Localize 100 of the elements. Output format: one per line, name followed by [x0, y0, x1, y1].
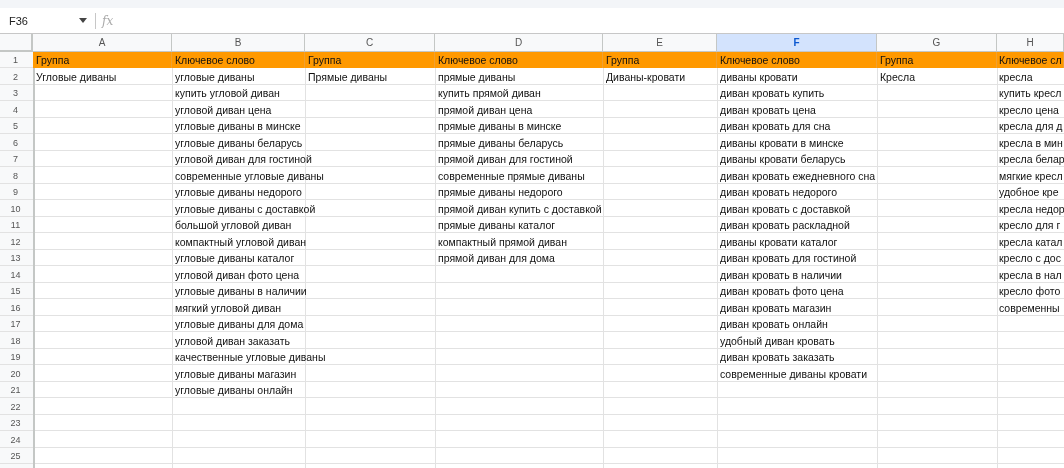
row-number: 12: [9, 235, 22, 249]
table-cell: угловые диваны магазин: [175, 367, 297, 380]
header-cell: Группа: [33, 52, 172, 68]
row-number: 5: [12, 120, 19, 134]
header-cell: Группа: [877, 52, 997, 68]
header-cell: Ключевое слово: [717, 52, 877, 68]
table-cell: прямой диван цена: [438, 103, 533, 116]
table-cell: угловые диваны каталог: [175, 252, 295, 265]
row-number: 23: [9, 417, 22, 431]
table-cell: кресло с дос: [999, 252, 1061, 265]
table-cell: кресло фото: [999, 285, 1061, 298]
table-cell: кресла белар: [999, 153, 1064, 166]
table-cell: угловой диван для гостиной: [175, 153, 312, 166]
column-header[interactable]: D: [435, 34, 603, 52]
table-cell: кресло для г: [999, 219, 1061, 232]
table-cell: диваны кровати беларусь: [720, 153, 846, 166]
row-number: 1: [12, 54, 19, 68]
row-number: 4: [12, 103, 19, 117]
table-cell: диван кровать недорого: [720, 186, 838, 199]
table-cell: современные прямые диваны: [438, 169, 585, 182]
table-cell: прямой диван купить с доставкой: [438, 202, 602, 215]
table-cell: диван кровать фото цена: [720, 285, 844, 298]
row-number: 8: [12, 169, 19, 183]
table-cell: кресла в мин: [999, 136, 1063, 149]
table-cell: диван кровать купить: [720, 87, 825, 100]
table-cell: Диваны-кровати: [606, 70, 686, 83]
column-header[interactable]: F: [717, 34, 877, 52]
dropdown-caret-icon[interactable]: [79, 18, 87, 23]
table-cell: кресла катал: [999, 235, 1063, 248]
table-cell: угловые диваны в минске: [175, 120, 301, 133]
table-cell: угловой диван заказать: [175, 334, 290, 347]
table-cell: кресла в нал: [999, 268, 1062, 281]
table-cell: диван кровать для гостиной: [720, 252, 857, 265]
table-cell: диван кровать раскладной: [720, 219, 850, 232]
header-cell: Ключевое слово: [435, 52, 603, 68]
table-cell: диван кровать цена: [720, 103, 816, 116]
table-cell: угловой диван фото цена: [175, 268, 300, 281]
table-cell: кресла: [999, 70, 1033, 83]
table-cell: прямые диваны каталог: [438, 219, 556, 232]
table-cell: диваны кровати в минске: [720, 136, 844, 149]
table-cell: угловые диваны в наличии: [175, 285, 307, 298]
table-cell: кресла недор: [999, 202, 1064, 215]
row-number: 2: [12, 70, 19, 84]
row-number: 25: [9, 450, 22, 464]
table-cell: удобное кре: [999, 186, 1059, 199]
table-cell: угловой диван цена: [175, 103, 272, 116]
table-cell: угловые диваны с доставкой: [175, 202, 316, 215]
column-header[interactable]: E: [603, 34, 717, 52]
table-cell: диван кровать онлайн: [720, 318, 828, 331]
row-number: 21: [9, 384, 22, 398]
cell-reference[interactable]: F36: [9, 14, 28, 27]
table-cell: диван кровать заказать: [720, 351, 835, 364]
table-cell: прямой диван для гостиной: [438, 153, 573, 166]
column-header[interactable]: C: [305, 34, 435, 52]
table-cell: современные угловые диваны: [175, 169, 324, 182]
header-cell: Ключевое сл: [997, 52, 1064, 68]
table-cell: мягкий угловой диван: [175, 301, 282, 314]
table-cell: кресла для д: [999, 120, 1063, 133]
table-cell: диваны кровати каталог: [720, 235, 838, 248]
table-cell: угловые диваны для дома: [175, 318, 304, 331]
table-cell: купить кресл: [999, 87, 1062, 100]
table-cell: купить угловой диван: [175, 87, 280, 100]
table-cell: диван кровать в наличии: [720, 268, 842, 281]
column-header[interactable]: H: [997, 34, 1064, 52]
table-cell: купить прямой диван: [438, 87, 541, 100]
header-cell: Ключевое слово: [172, 52, 305, 68]
row-number: 10: [9, 202, 22, 216]
row-number: 16: [9, 301, 22, 315]
table-cell: современные диваны кровати: [720, 367, 867, 380]
row-number: 7: [12, 153, 19, 167]
table-cell: кресло цена: [999, 103, 1059, 116]
table-cell: диван кровать для сна: [720, 120, 831, 133]
table-cell: Угловые диваны: [36, 70, 117, 83]
table-cell: прямой диван для дома: [438, 252, 555, 265]
row-number: 22: [9, 400, 22, 414]
row-number: 18: [9, 334, 22, 348]
table-cell: большой угловой диван: [175, 219, 292, 232]
table-cell: угловые диваны недорого: [175, 186, 302, 199]
row-number: 20: [9, 367, 22, 381]
table-cell: качественные угловые диваны: [175, 351, 326, 364]
table-cell: мягкие кресл: [999, 169, 1063, 182]
column-header[interactable]: A: [33, 34, 172, 52]
column-header[interactable]: G: [877, 34, 997, 52]
table-cell: диван кровать магазин: [720, 301, 832, 314]
table-cell: прямые диваны недорого: [438, 186, 563, 199]
table-cell: угловые диваны беларусь: [175, 136, 303, 149]
table-cell: компактный угловой диван: [175, 235, 307, 248]
table-cell: современны: [999, 301, 1060, 314]
table-cell: диван кровать ежедневного сна: [720, 169, 876, 182]
table-cell: компактный прямой диван: [438, 235, 567, 248]
row-number: 14: [9, 268, 22, 282]
row-number: 6: [12, 136, 19, 150]
table-cell: удобный диван кровать: [720, 334, 835, 347]
header-cell: Группа: [603, 52, 717, 68]
header-cell: Группа: [305, 52, 435, 68]
column-header[interactable]: B: [172, 34, 305, 52]
table-cell: прямые диваны беларусь: [438, 136, 564, 149]
table-cell: прямые диваны в минске: [438, 120, 562, 133]
table-cell: Прямые диваны: [308, 70, 388, 83]
table-cell: прямые диваны: [438, 70, 516, 83]
